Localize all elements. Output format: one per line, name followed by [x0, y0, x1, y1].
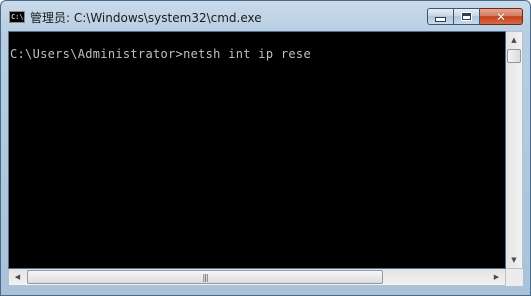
minimize-icon: [435, 17, 446, 22]
maximize-button[interactable]: [454, 8, 480, 25]
vertical-scroll-thumb[interactable]: [507, 49, 521, 63]
console-output[interactable]: C:\Users\Administrator>netsh int ip rese: [8, 31, 506, 269]
minimize-button[interactable]: [427, 8, 454, 25]
title-bar[interactable]: C:\ 管理员: C:\Windows\system32\cmd.exe ✕: [1, 1, 530, 31]
horizontal-scroll-thumb[interactable]: |||: [27, 270, 383, 284]
cmd-window: C:\ 管理员: C:\Windows\system32\cmd.exe ✕ C…: [0, 0, 531, 296]
horizontal-scrollbar[interactable]: ◀ ||| ▶: [8, 269, 506, 286]
close-button[interactable]: ✕: [480, 8, 523, 25]
cmd-app-icon[interactable]: C:\: [9, 11, 25, 23]
scroll-left-arrow-icon[interactable]: ◀: [9, 269, 26, 285]
scroll-right-arrow-icon[interactable]: ▶: [488, 269, 505, 285]
scroll-up-arrow-icon[interactable]: ▲: [506, 32, 522, 48]
vertical-scrollbar[interactable]: ▲ ▼: [506, 31, 523, 269]
close-icon: ✕: [495, 9, 507, 24]
caption-buttons: ✕: [427, 8, 523, 26]
resize-corner[interactable]: [506, 269, 523, 286]
grip-icon: |||: [202, 272, 208, 282]
maximize-icon: [461, 12, 472, 21]
scroll-down-arrow-icon[interactable]: ▼: [506, 252, 522, 268]
console-line: C:\Users\Administrator>netsh int ip rese: [10, 47, 311, 61]
window-title: 管理员: C:\Windows\system32\cmd.exe: [30, 11, 262, 25]
